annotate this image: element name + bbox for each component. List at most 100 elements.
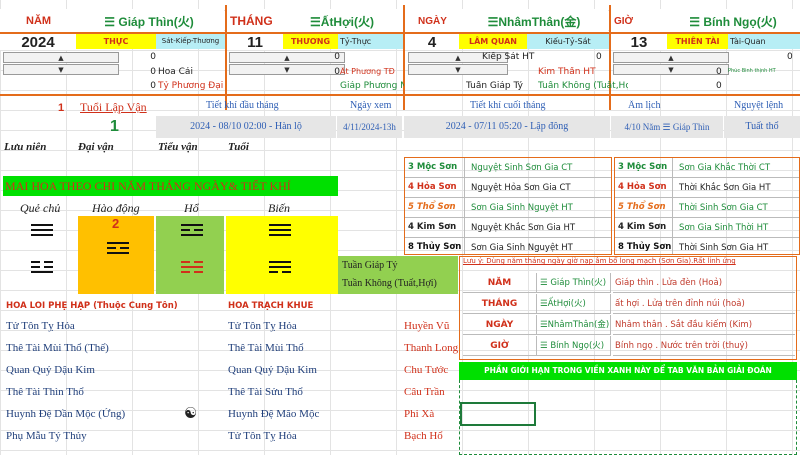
thang-spin-down-button[interactable]: ▼: [229, 64, 345, 75]
mai-hoa-title: MAI HOA THEO CHI NĂM THÁNG NGÀY& TIẾT KH…: [3, 176, 338, 196]
hao-left: Huynh Đệ Dần Mộc (Ứng): [6, 408, 126, 420]
gio-tag-primary: THIÊN TÀI: [667, 34, 728, 49]
am-lich-value: 4/10 Năm ☰ Giáp Thìn: [611, 116, 723, 138]
son-name: 8 Thủy Sơn: [405, 238, 465, 254]
selected-cell[interactable]: [460, 402, 536, 426]
nap-am-desc: Bính ngọ . Nước trên trời (thuỷ): [613, 336, 795, 356]
hao-left: Phụ Mẫu Tý Thủy: [6, 430, 87, 442]
son-row: 4 Kim Sơn Nguyệt Khắc Sơn Gia HT: [405, 218, 611, 238]
tuan-khong: Tuần Không (Tuất,Hợi): [342, 278, 437, 289]
ngay-spin-down-button[interactable]: ▼: [408, 64, 508, 75]
gio-tag-secondary: Tài-Quan: [728, 34, 800, 49]
ngay-xem-value: 4/11/2024-13h: [337, 116, 402, 138]
son-value: Thời Sinh Sơn Gia CT: [679, 202, 768, 213]
hao-right: Tử Tôn Tỵ Hỏa: [228, 320, 297, 332]
gio-spin-down-button[interactable]: ▼: [613, 64, 729, 75]
bien-label: Biến: [268, 201, 290, 215]
gio-spin-up-button[interactable]: ▲: [613, 52, 729, 63]
son-name: 3 Mộc Sơn: [615, 158, 673, 177]
nap-am-can-chi: ☰NhâmThân(金): [537, 315, 611, 335]
nam-tag-secondary: Sát-Kiếp-Thương: [156, 34, 225, 49]
luc-than: Bạch Hổ: [404, 430, 443, 442]
hao-right: Thê Tài Mùi Thổ: [228, 342, 304, 354]
gio-value: 13: [611, 34, 667, 50]
hao-dong-trigram: [106, 242, 130, 254]
cell-zero: 0: [716, 81, 722, 91]
big-one: 1: [110, 118, 119, 135]
cell-zero: 0: [787, 52, 793, 62]
son-row: 3 Mộc Sơn Sơn Gia Khắc Thời CT: [615, 158, 799, 178]
ty-phuong-text: Tỷ Phương Đại Sát: [158, 81, 225, 91]
nap-am-can-chi: ☰ẤtHợi(火): [537, 294, 611, 314]
son-value: Sơn Gia Sinh Nguyệt HT: [471, 202, 573, 213]
am-lich-label: Âm lịch: [628, 100, 661, 111]
son-name: 3 Mộc Sơn: [405, 158, 465, 177]
nap-am-can-chi: ☰ Giáp Thìn(火): [537, 273, 611, 293]
luc-than: Câu Trần: [404, 386, 445, 398]
bien-lower-trigram: [268, 261, 292, 273]
son-table-right: 3 Mộc Sơn Sơn Gia Khắc Thời CT 4 Hỏa Sơn Th…: [614, 157, 800, 255]
nam-spin-up-button[interactable]: ▲: [3, 52, 119, 63]
son-row: 3 Mộc Sơn Nguyệt Sinh Sơn Gia CT: [405, 158, 611, 178]
son-value: Nguyệt Khắc Sơn Gia HT: [471, 222, 576, 233]
hao-right: Huynh Đệ Mão Mộc: [228, 408, 320, 420]
thang-spin-up-button[interactable]: ▲: [229, 52, 345, 63]
tuoi-lap-van-link[interactable]: Tuổi Lập Vận: [80, 100, 158, 115]
bien-upper-trigram: [268, 224, 292, 236]
tiet-khi-dau-value: 2024 - 08/10 02:00 - Hàn lộ: [156, 116, 336, 138]
nap-am-desc: Giáp thìn . Lửa đèn (Hoả): [613, 273, 795, 293]
thang-tag-primary: THƯƠNG: [283, 34, 338, 49]
giai-doan-banner: PHẦN GIỚI HẠN TRONG VIỀN XANH NÀY ĐỂ TAB…: [459, 362, 797, 380]
son-name: 5 Thổ Sơn: [405, 198, 465, 217]
son-value: Sơn Gia Sinh Nguyệt HT: [471, 242, 573, 253]
son-name: 8 Thủy Sơn: [615, 238, 673, 254]
tiet-khi-cuoi-value: 2024 - 07/11 05:20 - Lập đông: [404, 116, 610, 138]
nam-tag-primary: THỰC: [76, 34, 156, 49]
ngay-xem-label: Ngày xem: [350, 100, 392, 111]
son-value: Sơn Gia Khắc Thời CT: [679, 162, 771, 173]
separator: [0, 94, 800, 96]
hoa-loi-title: HÒA LÔI PHỆ HẠP (Thuộc Cung Tốn): [6, 301, 178, 311]
cell-zero: 0: [334, 52, 340, 62]
thang-can-chi: ☰ẤtHợi(火): [280, 9, 404, 33]
son-row: 5 Thổ Sơn Thời Sinh Sơn Gia CT: [615, 198, 799, 218]
at-phuong-text: Ất Phương TĐ: [340, 67, 395, 76]
nguyet-lenh-value: Tuất thổ: [724, 116, 800, 138]
tuan-giap-ty-text: Tuần Giáp Tý: [466, 81, 523, 91]
son-name: 4 Kim Sơn: [615, 218, 673, 237]
hao-right: Thê Tài Sửu Thổ: [228, 386, 303, 398]
nap-am-label: NĂM: [463, 273, 537, 293]
cell-zero: 0: [596, 52, 602, 62]
ngay-value: 4: [405, 34, 459, 50]
ngay-can-chi: ☰NhâmThân(金): [460, 9, 608, 33]
hao-right: Quan Quỷ Dậu Kim: [228, 364, 317, 376]
nap-am-label: THÁNG: [463, 294, 537, 314]
thang-value: 11: [227, 34, 283, 50]
hoa-trach-title: HÒA TRẠCH KHUÊ: [228, 301, 314, 311]
son-row: 8 Thủy Sơn Sơn Gia Sinh Nguyệt HT: [405, 238, 611, 254]
giap-phuong-text: Giáp Phương NĐ: [340, 81, 404, 91]
nam-value: 2024: [0, 34, 76, 50]
gio-label: GIỜ: [610, 9, 666, 33]
tiet-khi-dau-thang-label: Tiết khí đầu tháng: [206, 100, 279, 111]
kiep-sat-text: Kiếp Sát HT: [482, 52, 535, 62]
ho-lower-trigram: [180, 261, 204, 273]
que-chu-lower-trigram: [30, 261, 54, 273]
son-row: 5 Thổ Sơn Sơn Gia Sinh Nguyệt HT: [405, 198, 611, 218]
luc-than: Huyền Vũ: [404, 320, 450, 332]
nap-am-label: GIỜ: [463, 336, 537, 356]
nam-spin-down-button[interactable]: ▼: [3, 64, 119, 75]
hoa-cai-text: Hoa Cái: [158, 67, 193, 77]
nap-am-note: Lưu ý: Dùng năm tháng ngày giờ nạp âm bổ…: [463, 257, 736, 265]
nam-label: NĂM: [0, 9, 74, 33]
cell-zero: 0: [716, 67, 722, 77]
nap-am-desc: ất hợi . Lửa trên đỉnh núi (hoả): [613, 294, 795, 314]
tieu-van-label: Tiểu vận: [158, 141, 198, 153]
phuc-binh-tag: Phúc Bình thịnh HT: [728, 68, 776, 74]
nap-am-label: NGÀY: [463, 315, 537, 335]
son-row: 8 Thủy Sơn Thời Sinh Sơn Gia HT: [615, 238, 799, 254]
son-value: Thời Khắc Sơn Gia HT: [679, 182, 771, 193]
hao-left: Tử Tôn Tỵ Hỏa: [6, 320, 75, 332]
hao-left: Quan Quỷ Dậu Kim: [6, 364, 95, 376]
son-name: 4 Hỏa Sơn: [405, 178, 465, 197]
